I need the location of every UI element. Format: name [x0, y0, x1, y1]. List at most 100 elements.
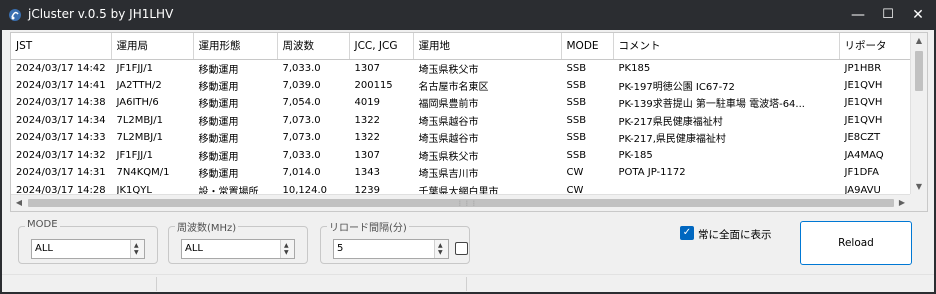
status-bar	[2, 274, 934, 292]
frequency-select[interactable]: ALL ▲ ▼	[181, 239, 295, 259]
table-cell: 7,073.0	[282, 132, 321, 144]
table-cell: 2024/03/17 14:31	[16, 167, 106, 179]
scroll-up-icon[interactable]: ▲	[911, 33, 927, 49]
horizontal-scrollbar[interactable]: ◀ ⋮⋮⋮ ▶	[11, 194, 911, 211]
table-cell: 埼玉県越谷市	[418, 116, 479, 128]
table-row[interactable]: 2024/03/17 14:38 JA6ITH/6 移動運用 7,054.0 4019 福…	[11, 94, 911, 112]
scroll-right-icon[interactable]: ▶	[894, 195, 910, 211]
table-cell: SSB	[566, 97, 587, 109]
table-cell: 移動運用	[198, 169, 239, 181]
column-header[interactable]: 運用形態	[193, 33, 278, 60]
table-row[interactable]: 2024/03/17 14:42 JF1FJJ/1 移動運用 7,033.0 1307 埼…	[11, 59, 911, 77]
table-cell: CW	[566, 167, 584, 179]
column-header[interactable]: JST	[11, 33, 112, 60]
table-cell: 1322	[354, 132, 380, 144]
reload-interval-group: リロード間隔(分) 5 ▲ ▼	[320, 219, 470, 264]
table-cell: 7N4KQM/1	[116, 167, 170, 179]
table-cell: SSB	[566, 132, 587, 144]
title-bar: jCluster v.0.5 by JH1LHV — ☐ ✕	[0, 0, 936, 30]
reload-interval-label: リロード間隔(分)	[327, 219, 409, 234]
spin-down-icon[interactable]: ▼	[284, 250, 289, 256]
table-cell: 1307	[354, 149, 380, 161]
app-icon	[9, 9, 21, 21]
table-cell: 2024/03/17 14:42	[16, 62, 106, 74]
mode-spinner[interactable]: ▲ ▼	[130, 240, 144, 258]
app-window: jCluster v.0.5 by JH1LHV — ☐ ✕ JST 運用局 運用形…	[0, 0, 936, 294]
table-cell: 1343	[354, 167, 380, 179]
table-row[interactable]: 2024/03/17 14:32 JF1FJJ/1 移動運用 7,033.0 1307 埼…	[11, 147, 911, 165]
table-row[interactable]: 2024/03/17 14:41 JA2TTH/2 移動運用 7,039.0 20011…	[11, 77, 911, 95]
table-row[interactable]: 2024/03/17 14:31 7N4KQM/1 移動運用 7,014.0 1343 埼…	[11, 164, 911, 182]
auto-reload-checkbox[interactable]	[455, 242, 468, 255]
spot-table[interactable]: JST 運用局 運用形態 周波数 JCC, JCG 運用地 MODE コメント リポータ 202…	[10, 32, 928, 212]
table-cell: JA2TTH/2	[116, 79, 162, 91]
table-cell: 7L2MBJ/1	[116, 114, 163, 126]
table-cell: POTA JP-1172	[618, 167, 686, 179]
table-cell: 7,039.0	[282, 79, 321, 91]
status-divider	[466, 277, 467, 291]
mode-label: MODE	[25, 219, 60, 230]
table-cell: JE1QVH	[844, 114, 883, 126]
table-cell: 埼玉県吉川市	[418, 169, 479, 181]
reload-interval-value: 5	[337, 243, 344, 254]
column-header[interactable]: 運用局	[111, 33, 194, 60]
table-cell: 7,033.0	[282, 62, 321, 74]
table-cell: JE1QVH	[844, 97, 883, 109]
close-button[interactable]: ✕	[908, 6, 928, 24]
reload-interval-spinner[interactable]: ▲ ▼	[434, 240, 448, 258]
reload-interval-input[interactable]: 5 ▲ ▼	[333, 239, 449, 259]
reload-button[interactable]: Reload	[800, 221, 912, 265]
frequency-spinner[interactable]: ▲ ▼	[280, 240, 294, 258]
vertical-scrollbar[interactable]: ▲ ▼	[910, 33, 927, 195]
frequency-group: 周波数(MHz) ALL ▲ ▼	[168, 219, 308, 264]
table-row[interactable]: 2024/03/17 14:33 7L2MBJ/1 移動運用 7,073.0 1322 埼…	[11, 129, 911, 147]
table-cell: SSB	[566, 114, 587, 126]
table-cell: 移動運用	[198, 99, 239, 111]
table-cell: 移動運用	[198, 134, 239, 146]
minimize-button[interactable]: —	[848, 6, 868, 24]
table-cell: 2024/03/17 14:33	[16, 132, 106, 144]
table-cell: JA4MAQ	[844, 149, 884, 161]
column-header[interactable]: リポータ	[839, 33, 912, 60]
maximize-button[interactable]: ☐	[878, 6, 898, 24]
mode-select[interactable]: ALL ▲ ▼	[31, 239, 145, 259]
table-cell: 1307	[354, 62, 380, 74]
column-header[interactable]: JCC, JCG	[349, 33, 414, 60]
always-on-top-label: 常に全面に表示	[698, 229, 772, 241]
vertical-scroll-thumb[interactable]	[915, 51, 923, 91]
table-cell: 移動運用	[198, 151, 239, 163]
spin-down-icon[interactable]: ▼	[134, 250, 139, 256]
table-cell: 移動運用	[198, 81, 239, 93]
table-cell: 2024/03/17 14:34	[16, 114, 106, 126]
table-cell: SSB	[566, 62, 587, 74]
column-header[interactable]: MODE	[561, 33, 614, 60]
column-header[interactable]: 周波数	[277, 33, 350, 60]
table-cell: 移動運用	[198, 116, 239, 128]
table-cell: 移動運用	[198, 64, 239, 76]
table-body: 2024/03/17 14:42 JF1FJJ/1 移動運用 7,033.0 1307 埼…	[11, 59, 911, 199]
table-cell: JF1FJJ/1	[116, 62, 153, 74]
table-cell: 7,054.0	[282, 97, 321, 109]
frequency-label: 周波数(MHz)	[175, 219, 239, 234]
table-cell: 4019	[354, 97, 380, 109]
check-icon: ✓	[682, 227, 692, 238]
scroll-left-icon[interactable]: ◀	[11, 195, 27, 211]
table-cell: PK-185	[618, 149, 653, 161]
always-on-top-checkbox[interactable]: ✓	[680, 226, 694, 240]
table-cell: PK-139求菩提山 第一駐車場 電波塔-64...	[618, 99, 805, 111]
mode-group: MODE ALL ▲ ▼	[18, 219, 158, 264]
table-cell: PK-197明徳公園 IC67-72	[618, 81, 735, 93]
table-cell: JF1DFA	[844, 167, 879, 179]
table-cell: 埼玉県秩父市	[418, 151, 479, 163]
table-cell: 埼玉県秩父市	[418, 64, 479, 76]
main-panel: JST 運用局 運用形態 周波数 JCC, JCG 運用地 MODE コメント リポータ 202…	[2, 30, 934, 292]
table-cell: 7,033.0	[282, 149, 321, 161]
column-header[interactable]: コメント	[613, 33, 840, 60]
table-row[interactable]: 2024/03/17 14:34 7L2MBJ/1 移動運用 7,073.0 1322 埼…	[11, 112, 911, 130]
table-cell: 200115	[354, 79, 393, 91]
table-cell: 7,073.0	[282, 114, 321, 126]
spin-down-icon[interactable]: ▼	[438, 250, 443, 256]
column-header[interactable]: 運用地	[413, 33, 562, 60]
scroll-grip-icon: ⋮⋮⋮	[457, 200, 478, 207]
scroll-down-icon[interactable]: ▼	[911, 179, 927, 195]
